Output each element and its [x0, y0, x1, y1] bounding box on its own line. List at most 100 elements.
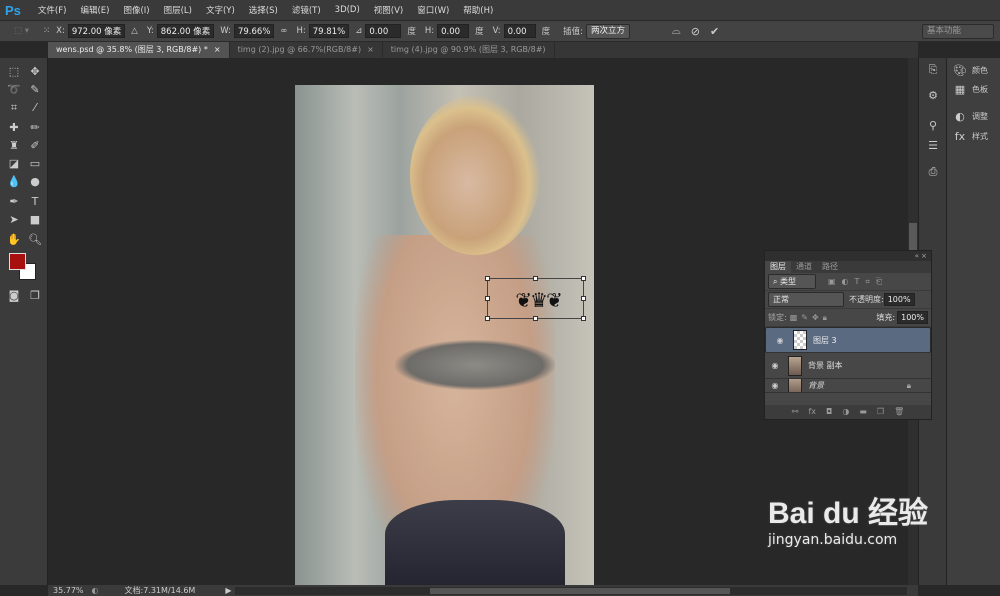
- menu-file[interactable]: 文件(F): [31, 4, 74, 16]
- transform-handle[interactable]: [533, 276, 538, 281]
- eyedropper-tool-icon[interactable]: ⁄: [27, 100, 43, 116]
- eye-icon[interactable]: ◉: [765, 361, 785, 370]
- fill-input[interactable]: 100%: [897, 311, 928, 324]
- scroll-thumb[interactable]: [430, 588, 730, 594]
- document-image[interactable]: ❦♛❦: [295, 85, 594, 585]
- interpolation-select[interactable]: 两次立方: [586, 23, 631, 39]
- fx-icon[interactable]: fx: [808, 405, 816, 419]
- zoom-tool-icon[interactable]: 🔍︎: [27, 232, 43, 248]
- new-layer-icon[interactable]: ❐: [877, 405, 884, 419]
- transform-handle[interactable]: [485, 296, 490, 301]
- shape-tool-icon[interactable]: ■: [27, 212, 43, 228]
- foreground-color-swatch[interactable]: [9, 253, 26, 270]
- commit-transform-icon[interactable]: ✔: [710, 25, 719, 38]
- menu-select[interactable]: 选择(S): [242, 4, 285, 16]
- layer-name[interactable]: 背景: [808, 380, 824, 391]
- horizontal-scrollbar[interactable]: [235, 587, 907, 595]
- reference-point-icon[interactable]: ⁙: [43, 26, 50, 36]
- gradient-tool-icon[interactable]: ▭: [27, 156, 43, 172]
- link-icon[interactable]: ∞: [280, 26, 287, 36]
- transform-handle[interactable]: [581, 316, 586, 321]
- w-input[interactable]: 79.66%: [233, 24, 275, 38]
- layer-row[interactable]: ◉ 背景 副本: [765, 353, 931, 379]
- delete-layer-icon[interactable]: 🗑︎: [894, 405, 904, 419]
- transform-handle[interactable]: [581, 296, 586, 301]
- screen-mode-icon[interactable]: ❐: [27, 288, 43, 304]
- adjustments-panel-button[interactable]: ◐ 调整: [947, 106, 1000, 126]
- blend-mode-select[interactable]: 正常: [768, 292, 844, 307]
- filter-icons[interactable]: ▣◐T⌗⎗: [828, 277, 888, 287]
- new-group-icon[interactable]: ▬: [859, 405, 867, 419]
- tab-wens-psd[interactable]: wens.psd @ 35.8% (图层 3, RGB/8#) * ×: [48, 42, 230, 58]
- eye-icon[interactable]: ◉: [770, 334, 790, 347]
- menu-image[interactable]: 图像(I): [116, 4, 156, 16]
- path-select-tool-icon[interactable]: ➤: [6, 212, 22, 228]
- transform-handle[interactable]: [581, 276, 586, 281]
- menu-edit[interactable]: 编辑(E): [73, 4, 116, 16]
- tab-timg-2[interactable]: timg (2).jpg @ 66.7%(RGB/8#) ×: [230, 42, 383, 58]
- warp-icon[interactable]: ⌓: [672, 24, 681, 38]
- quick-mask-icon[interactable]: ◙: [6, 288, 22, 304]
- properties-icon[interactable]: ⚙: [925, 88, 941, 104]
- layer-row[interactable]: ◉ 图层 3: [765, 327, 931, 353]
- dodge-tool-icon[interactable]: ●: [27, 174, 43, 190]
- menu-window[interactable]: 窗口(W): [410, 4, 456, 16]
- color-panel-button[interactable]: 🎨︎ 颜色: [947, 60, 1000, 80]
- healing-tool-icon[interactable]: ✚: [6, 120, 22, 136]
- menu-help[interactable]: 帮助(H): [456, 4, 500, 16]
- delta-icon[interactable]: △: [131, 26, 138, 36]
- tab-paths[interactable]: 路径: [817, 261, 843, 273]
- layer-row[interactable]: ◉ 背景 🔒︎: [765, 379, 931, 393]
- brush-settings-icon[interactable]: ☰: [925, 138, 941, 154]
- close-icon[interactable]: ×: [921, 252, 927, 260]
- status-menu-arrow-icon[interactable]: ▶: [225, 586, 231, 595]
- close-icon[interactable]: ×: [214, 45, 221, 54]
- zoom-level[interactable]: 35.77%: [53, 586, 84, 595]
- menu-layer[interactable]: 图层(L): [157, 4, 199, 16]
- lasso-tool-icon[interactable]: ➰: [6, 82, 22, 98]
- eye-icon[interactable]: ◉: [765, 381, 785, 390]
- lock-icons[interactable]: ▩✎✥🔒︎: [790, 313, 831, 323]
- menu-3d[interactable]: 3D(D): [328, 5, 367, 15]
- tab-timg-4[interactable]: timg (4).jpg @ 90.9% (图层 3, RGB/8#): [383, 42, 555, 58]
- swatches-panel-button[interactable]: ▦ 色板: [947, 79, 1000, 99]
- layer-name[interactable]: 图层 3: [813, 334, 837, 347]
- x-input[interactable]: 972.00 像素: [67, 24, 126, 38]
- quick-select-tool-icon[interactable]: ✎: [27, 82, 43, 98]
- transform-handle[interactable]: [485, 276, 490, 281]
- brush-presets-icon[interactable]: ⚲: [925, 118, 941, 134]
- clone-stamp-tool-icon[interactable]: ♜: [6, 138, 22, 154]
- hand-tool-icon[interactable]: ✋: [6, 232, 22, 248]
- h-input[interactable]: 79.81%: [308, 24, 350, 38]
- skew-v-input[interactable]: 0.00: [503, 24, 536, 38]
- status-info-icon[interactable]: ◐: [92, 586, 99, 595]
- menu-filter[interactable]: 滤镜(T): [285, 4, 328, 16]
- menu-type[interactable]: 文字(Y): [199, 4, 242, 16]
- styles-panel-button[interactable]: fx 样式: [947, 126, 1000, 146]
- type-tool-icon[interactable]: T: [27, 194, 43, 210]
- blur-tool-icon[interactable]: 💧: [6, 174, 22, 190]
- eraser-tool-icon[interactable]: ◪: [6, 156, 22, 172]
- add-mask-icon[interactable]: ◘: [826, 405, 832, 419]
- filter-type-select[interactable]: ⌕ 类型: [768, 274, 816, 289]
- angle-input[interactable]: 0.00: [365, 24, 402, 38]
- pen-tool-icon[interactable]: ✒: [6, 194, 22, 210]
- tab-channels[interactable]: 通道: [791, 261, 817, 273]
- crop-tool-icon[interactable]: ⌗: [6, 100, 22, 116]
- menu-view[interactable]: 视图(V): [367, 4, 410, 16]
- adjustment-layer-icon[interactable]: ◑: [842, 405, 849, 419]
- transform-handle[interactable]: [485, 316, 490, 321]
- skew-h-input[interactable]: 0.00: [437, 24, 470, 38]
- collapse-icon[interactable]: «: [915, 252, 919, 260]
- opacity-input[interactable]: 100%: [883, 293, 915, 306]
- free-transform-box[interactable]: ❦♛❦: [485, 276, 586, 321]
- cancel-transform-icon[interactable]: ⊘: [691, 25, 700, 38]
- marquee-tool-icon[interactable]: ⬚: [6, 64, 22, 80]
- workspace-select[interactable]: 基本功能: [922, 23, 994, 39]
- transform-handle[interactable]: [533, 316, 538, 321]
- link-layers-icon[interactable]: ⚯: [792, 405, 799, 419]
- history-icon[interactable]: ⎘: [925, 62, 941, 78]
- y-input[interactable]: 862.00 像素: [156, 24, 215, 38]
- brush-tool-icon[interactable]: ✏: [27, 120, 43, 136]
- move-tool-icon[interactable]: ✥: [27, 64, 43, 80]
